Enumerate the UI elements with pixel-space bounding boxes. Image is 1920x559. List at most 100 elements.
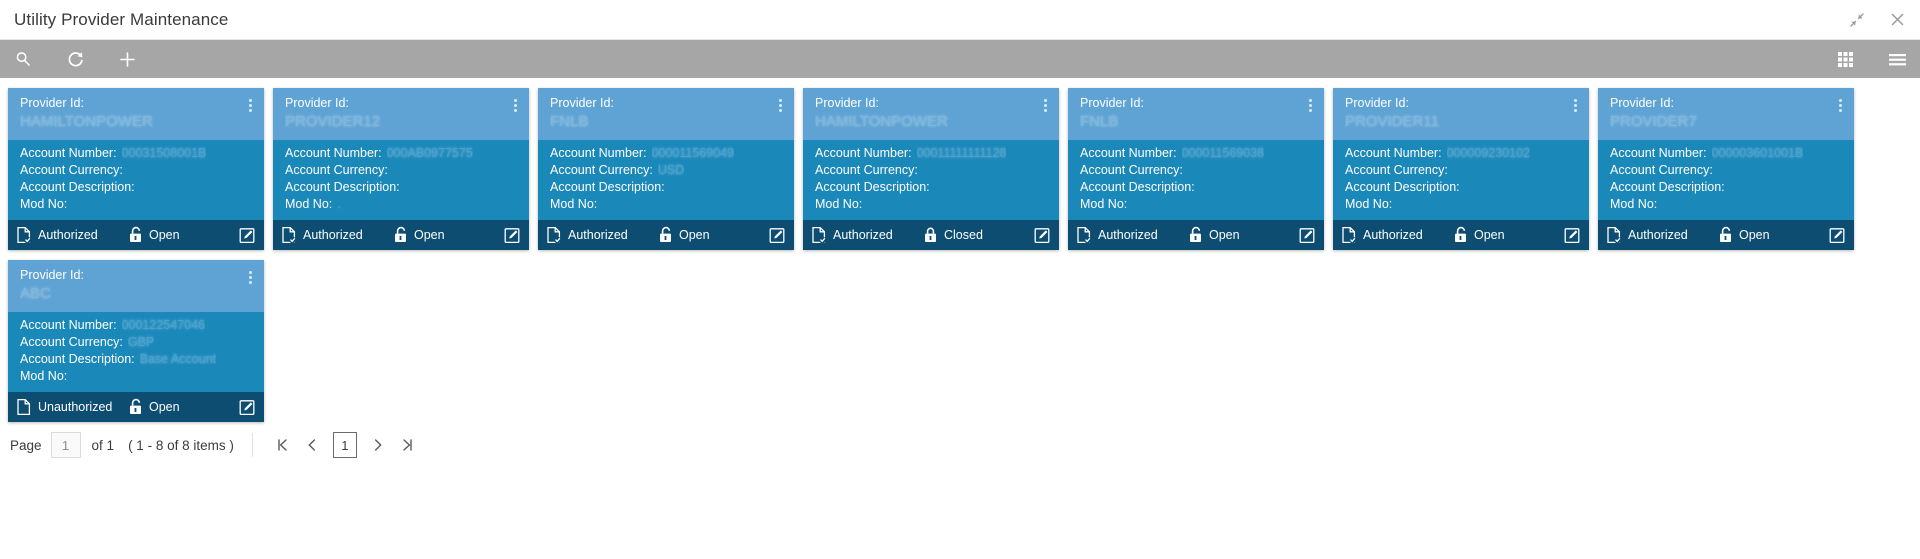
card-body: Account Number: 000011569049 Account Cur… — [538, 140, 794, 220]
provider-id-label: Provider Id: — [20, 96, 254, 111]
kebab-menu-icon[interactable] — [1839, 99, 1843, 112]
kebab-menu-icon[interactable] — [249, 99, 253, 112]
account-description-label: Account Description: — [285, 179, 400, 196]
lock-status[interactable]: Open — [128, 398, 216, 416]
lock-status[interactable]: Open — [128, 226, 216, 244]
card-footer: Authorized Open — [1068, 220, 1324, 250]
unlock-icon — [658, 226, 673, 244]
close-icon[interactable] — [1888, 11, 1906, 29]
account-number-row: Account Number: 000122547046 — [20, 317, 264, 334]
mod-no-row: Mod No: . — [285, 196, 529, 213]
kebab-menu-icon[interactable] — [779, 99, 783, 112]
account-description-label: Account Description: — [1080, 179, 1195, 196]
card-header: Provider Id: HAMILTONPOWER — [803, 88, 1059, 140]
kebab-menu-icon[interactable] — [514, 99, 518, 112]
edit-button[interactable] — [1299, 227, 1316, 244]
edit-button[interactable] — [1034, 227, 1051, 244]
edit-button[interactable] — [504, 227, 521, 244]
provider-id-value: PROVIDER12 — [285, 112, 519, 131]
card-footer: Authorized Closed — [803, 220, 1059, 250]
card-header: Provider Id: ABC — [8, 260, 264, 312]
provider-id-value: PROVIDER11 — [1345, 112, 1579, 131]
auth-status[interactable]: Authorized — [811, 226, 923, 244]
account-number-row: Account Number: 000AB0977575 — [285, 145, 529, 162]
edit-icon — [1564, 227, 1581, 244]
provider-card[interactable]: Provider Id: FNLB Account Number: 000011… — [1068, 88, 1324, 250]
account-description-row: Account Description: — [550, 179, 794, 196]
edit-icon — [239, 399, 256, 416]
auth-status[interactable]: Authorized — [1076, 226, 1188, 244]
auth-status[interactable]: Authorized — [1606, 226, 1718, 244]
view-switcher — [1834, 48, 1908, 70]
page-number-input[interactable] — [51, 432, 81, 458]
edit-button[interactable] — [239, 227, 256, 244]
edit-icon — [769, 227, 786, 244]
provider-card[interactable]: Provider Id: HAMILTONPOWER Account Numbe… — [8, 88, 264, 250]
card-header: Provider Id: FNLB — [538, 88, 794, 140]
next-page-icon[interactable] — [363, 432, 393, 458]
first-page-icon[interactable] — [267, 432, 297, 458]
grid-view-icon[interactable] — [1834, 48, 1856, 70]
lock-status[interactable]: Open — [1188, 226, 1276, 244]
account-number-value: 00031508001B — [122, 145, 207, 162]
account-number-label: Account Number: — [815, 145, 912, 162]
auth-status-text: Authorized — [38, 228, 98, 242]
auth-status[interactable]: Authorized — [16, 226, 128, 244]
account-description-row: Account Description: — [1080, 179, 1324, 196]
last-page-icon[interactable] — [393, 432, 423, 458]
search-icon[interactable] — [12, 48, 34, 70]
card-header: Provider Id: FNLB — [1068, 88, 1324, 140]
prev-page-icon[interactable] — [297, 432, 327, 458]
current-page-button[interactable]: 1 — [333, 432, 357, 458]
edit-button[interactable] — [239, 399, 256, 416]
kebab-menu-icon[interactable] — [1044, 99, 1048, 112]
provider-card[interactable]: Provider Id: PROVIDER11 Account Number: … — [1333, 88, 1589, 250]
account-description-label: Account Description: — [550, 179, 665, 196]
provider-id-value: ABC — [20, 284, 254, 303]
card-footer: Authorized Open — [273, 220, 529, 250]
auth-status[interactable]: Unauthorized — [16, 398, 128, 416]
card-body: Account Number: 000011569038 Account Cur… — [1068, 140, 1324, 220]
provider-card[interactable]: Provider Id: PROVIDER7 Account Number: 0… — [1598, 88, 1854, 250]
auth-status[interactable]: Authorized — [546, 226, 658, 244]
mod-no-label: Mod No: — [815, 196, 862, 213]
provider-card[interactable]: Provider Id: HAMILTONPOWER Account Numbe… — [803, 88, 1059, 250]
kebab-menu-icon[interactable] — [1309, 99, 1313, 112]
kebab-menu-icon[interactable] — [249, 271, 253, 284]
card-header: Provider Id: PROVIDER11 — [1333, 88, 1589, 140]
account-number-value: 000003601001B — [1712, 145, 1804, 162]
lock-status[interactable]: Open — [658, 226, 746, 244]
list-view-icon[interactable] — [1886, 48, 1908, 70]
collapse-arrows-icon[interactable] — [1848, 11, 1866, 29]
edit-button[interactable] — [1829, 227, 1846, 244]
lock-status[interactable]: Open — [1453, 226, 1541, 244]
document-check-icon — [281, 226, 297, 244]
mod-no-row: Mod No: — [20, 368, 264, 385]
provider-card[interactable]: Provider Id: FNLB Account Number: 000011… — [538, 88, 794, 250]
lock-status[interactable]: Closed — [923, 226, 1011, 244]
account-number-value: 000009230102 — [1447, 145, 1530, 162]
unlock-icon — [1188, 226, 1203, 244]
card-header: Provider Id: PROVIDER7 — [1598, 88, 1854, 140]
refresh-icon[interactable] — [64, 48, 86, 70]
lock-status[interactable]: Open — [1718, 226, 1806, 244]
account-currency-label: Account Currency: — [20, 334, 123, 351]
total-pages-label: of 1 — [92, 438, 115, 453]
provider-id-value: HAMILTONPOWER — [20, 112, 254, 131]
edit-button[interactable] — [769, 227, 786, 244]
kebab-menu-icon[interactable] — [1574, 99, 1578, 112]
plus-icon[interactable] — [116, 48, 138, 70]
account-currency-row: Account Currency: USD — [550, 162, 794, 179]
auth-status[interactable]: Authorized — [281, 226, 393, 244]
card-body: Account Number: 000AB0977575 Account Cur… — [273, 140, 529, 220]
card-footer: Unauthorized Open — [8, 392, 264, 422]
edit-button[interactable] — [1564, 227, 1581, 244]
account-number-row: Account Number: 000003601001B — [1610, 145, 1854, 162]
account-number-row: Account Number: 000009230102 — [1345, 145, 1589, 162]
account-number-label: Account Number: — [20, 317, 117, 334]
unlock-icon — [128, 398, 143, 416]
lock-status[interactable]: Open — [393, 226, 481, 244]
provider-card[interactable]: Provider Id: ABC Account Number: 0001225… — [8, 260, 264, 422]
provider-card[interactable]: Provider Id: PROVIDER12 Account Number: … — [273, 88, 529, 250]
auth-status[interactable]: Authorized — [1341, 226, 1453, 244]
